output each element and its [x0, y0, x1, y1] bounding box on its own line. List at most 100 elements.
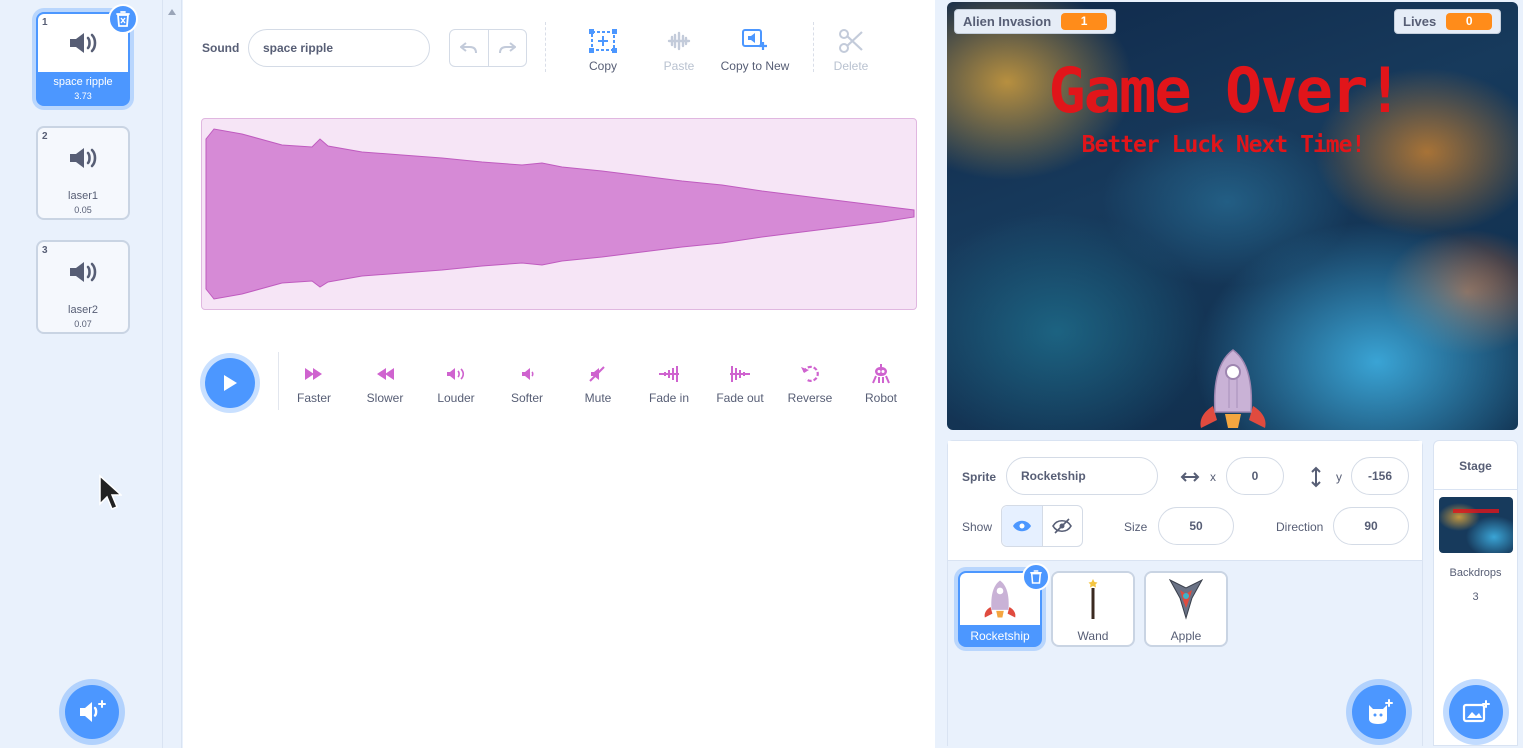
scissors-icon	[839, 29, 863, 53]
add-sprite-cat-icon	[1369, 699, 1393, 724]
y-label: y	[1336, 470, 1342, 484]
sound-thumbnail	[40, 244, 126, 300]
monitor-label: Lives	[1403, 14, 1437, 29]
sprite-name: Apple	[1170, 629, 1202, 643]
rocketship-thumbnail-icon	[984, 580, 1016, 618]
add-backdrop-icon	[1462, 700, 1490, 723]
sprite-name: Rocketship	[970, 629, 1030, 643]
copy-icon	[589, 29, 617, 53]
sprite-name-input[interactable]: Rocketship	[1006, 457, 1158, 495]
effect-slower-button[interactable]: Slower	[350, 362, 420, 405]
softer-icon	[522, 368, 534, 380]
backdrop-thumbnail	[1439, 497, 1513, 553]
y-input[interactable]: -156	[1351, 457, 1409, 495]
sprite-item-rocketship[interactable]: Rocketship	[958, 563, 1050, 647]
speaker-icon	[70, 262, 97, 282]
game-over-subtitle: Better Luck Next Time!	[1081, 132, 1366, 158]
sound-list-scrollbar[interactable]	[163, 0, 182, 748]
monitor-value: 1	[1061, 13, 1108, 30]
copy-button[interactable]: Copy	[563, 27, 643, 73]
effect-slower-label: Slower	[366, 391, 404, 405]
delete-sound-button[interactable]	[108, 4, 138, 34]
effect-faster-label: Faster	[296, 391, 331, 405]
sprite-item-wand[interactable]: Wand	[1051, 571, 1135, 647]
copy-to-new-icon	[742, 29, 767, 50]
sound-name: laser1	[68, 190, 98, 202]
toolbar-divider	[545, 22, 546, 72]
hide-sprite-button[interactable]	[1043, 506, 1083, 546]
slower-icon	[377, 368, 394, 380]
variable-monitor-lives[interactable]: Lives 0	[1394, 9, 1502, 34]
sound-duration: 0.05	[74, 205, 92, 215]
sprite-name: Wand	[1077, 629, 1109, 643]
eye-icon	[1012, 520, 1031, 532]
delete-sprite-button[interactable]	[1022, 563, 1050, 591]
choose-sound-button[interactable]	[65, 685, 119, 739]
effect-fade-out-label: Fade out	[716, 391, 764, 405]
effect-faster-button[interactable]: Faster	[279, 362, 349, 405]
scroll-up-arrow-icon	[168, 9, 176, 15]
paste-button[interactable]: Paste	[639, 27, 719, 73]
sound-thumbnail	[40, 130, 126, 186]
show-sprite-button[interactable]	[1002, 506, 1043, 546]
sound-item-laser1[interactable]: 2 laser1 0.05	[36, 126, 130, 220]
play-sound-button[interactable]	[205, 358, 255, 408]
delete-button[interactable]: Delete	[811, 27, 891, 73]
trash-icon	[116, 11, 130, 27]
direction-input[interactable]: 90	[1333, 507, 1409, 545]
sound-name-input[interactable]: space ripple	[248, 29, 430, 67]
sprite-info-panel: Sprite Rocketship x 0 y -156 Show Size 5…	[947, 440, 1423, 747]
effect-mute-button[interactable]: Mute	[563, 362, 633, 405]
backdrop-thumbnail-text	[1453, 509, 1499, 513]
monitor-label: Alien Invasion	[963, 14, 1052, 29]
sprite-thumbnail	[1146, 573, 1226, 625]
size-input[interactable]: 50	[1158, 507, 1234, 545]
fade-out-icon	[730, 366, 750, 382]
effect-robot-button[interactable]: Robot	[846, 362, 916, 405]
copy-to-new-button[interactable]: Copy to New	[715, 27, 795, 73]
sprite-fields: Sprite Rocketship x 0 y -156 Show Size 5…	[948, 441, 1422, 561]
sound-item-space-ripple[interactable]: 1 space ripple 3.73	[36, 4, 138, 106]
effect-softer-button[interactable]: Softer	[492, 362, 562, 405]
mute-icon	[589, 366, 605, 382]
effect-robot-label: Robot	[864, 391, 898, 405]
sprite-item-apple[interactable]: Apple	[1144, 571, 1228, 647]
stage-panel-divider	[1434, 489, 1517, 490]
sprite-label: Sprite	[962, 470, 997, 484]
redo-button[interactable]	[487, 30, 527, 66]
robot-icon	[872, 364, 890, 384]
sprite-thumbnail	[1053, 573, 1133, 625]
undo-button[interactable]	[450, 30, 488, 66]
copy-label: Copy	[588, 59, 617, 73]
effect-fade-out-button[interactable]: Fade out	[705, 362, 775, 405]
effect-reverse-label: Reverse	[787, 391, 833, 405]
sound-index: 2	[42, 131, 48, 142]
delete-label: Delete	[833, 59, 869, 73]
effect-reverse-button[interactable]: Reverse	[775, 362, 845, 405]
effect-fade-in-button[interactable]: Fade in	[634, 362, 704, 405]
effect-louder-button[interactable]: Louder	[421, 362, 491, 405]
reverse-icon	[801, 365, 819, 382]
choose-backdrop-button[interactable]	[1449, 685, 1503, 739]
rocketship-sprite[interactable]	[1195, 348, 1271, 430]
x-input[interactable]: 0	[1226, 457, 1284, 495]
y-arrows-icon	[1311, 466, 1321, 488]
waveform	[205, 128, 915, 300]
play-icon	[224, 375, 237, 391]
stage-target-panel[interactable]: Stage Backdrops 3	[1433, 440, 1518, 746]
sound-duration: 3.73	[74, 91, 92, 101]
variable-monitor-alien-invasion[interactable]: Alien Invasion 1	[954, 9, 1117, 34]
alien-ship-thumbnail-icon	[1169, 578, 1203, 620]
redo-icon	[499, 42, 517, 54]
louder-icon	[447, 368, 465, 380]
paste-icon	[667, 31, 691, 51]
sprite-list: Rocketship Wand Apple	[948, 561, 1422, 747]
choose-sprite-button[interactable]	[1352, 685, 1406, 739]
waveform-area[interactable]	[201, 118, 917, 310]
undo-icon	[459, 42, 477, 54]
sound-duration: 0.07	[74, 319, 92, 329]
effect-mute-label: Mute	[584, 391, 612, 405]
sound-index: 3	[42, 245, 48, 256]
sound-item-laser2[interactable]: 3 laser2 0.07	[36, 240, 130, 334]
stage-canvas[interactable]: Alien Invasion 1 Lives 0 Game Over! Bett…	[947, 2, 1518, 430]
